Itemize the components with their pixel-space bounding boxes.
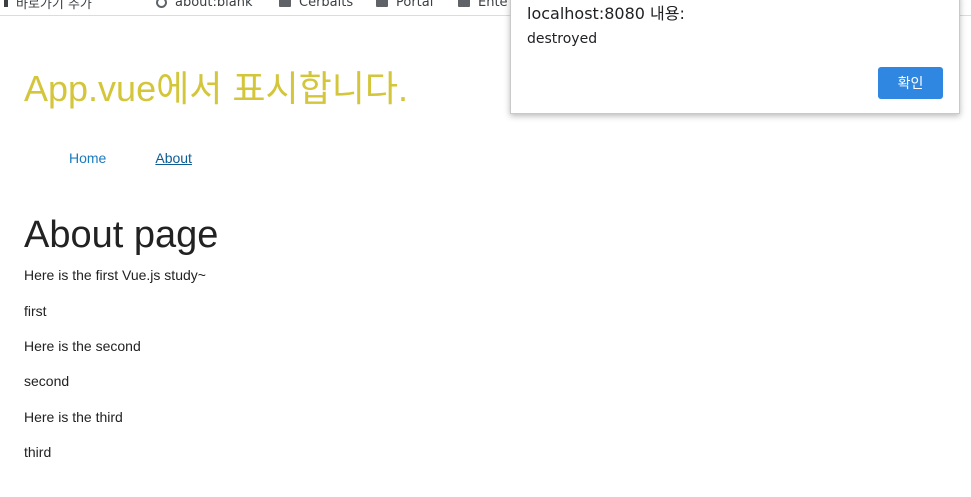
router-nav: Home About <box>69 150 192 166</box>
page-heading: About page <box>24 214 219 256</box>
bookmark-label: Cerbaits <box>299 0 354 10</box>
paragraph-first: first <box>24 303 47 319</box>
bookmark-item-add-shortcut[interactable]: 바로가기 추가 <box>4 0 92 12</box>
alert-dialog: localhost:8080 내용: destroyed 확인 <box>510 0 960 114</box>
paragraph-third-intro: Here is the third <box>24 409 123 425</box>
bookmark-label: Ente <box>478 0 508 10</box>
bookmark-folder-ente[interactable]: Ente <box>458 0 508 10</box>
paragraph-third: third <box>24 444 52 460</box>
bookmark-label: about:blank <box>175 0 253 10</box>
paragraph-second-intro: Here is the second <box>24 338 141 354</box>
paragraph-intro: Here is the first Vue.js study~ <box>24 267 206 283</box>
nav-link-about[interactable]: About <box>155 150 192 166</box>
folder-icon <box>279 0 291 7</box>
app-title: App.vue에서 표시합니다. <box>24 68 408 109</box>
bookmark-label: Portal <box>396 0 434 10</box>
folder-icon <box>458 0 470 7</box>
bookmark-folder-portal[interactable]: Portal <box>376 0 433 10</box>
dialog-message: destroyed <box>527 31 598 47</box>
dialog-title: localhost:8080 내용: <box>527 4 685 23</box>
folder-icon <box>376 0 388 7</box>
bookmark-label: 바로가기 추가 <box>16 0 92 12</box>
globe-icon <box>156 0 167 8</box>
bookmark-folder-cerbaits[interactable]: Cerbaits <box>279 0 353 10</box>
bookmark-item-about-blank[interactable]: about:blank <box>156 0 253 10</box>
bookmark-icon <box>4 0 8 7</box>
dialog-ok-button[interactable]: 확인 <box>878 67 943 99</box>
paragraph-second: second <box>24 373 70 389</box>
nav-link-home[interactable]: Home <box>69 150 106 166</box>
